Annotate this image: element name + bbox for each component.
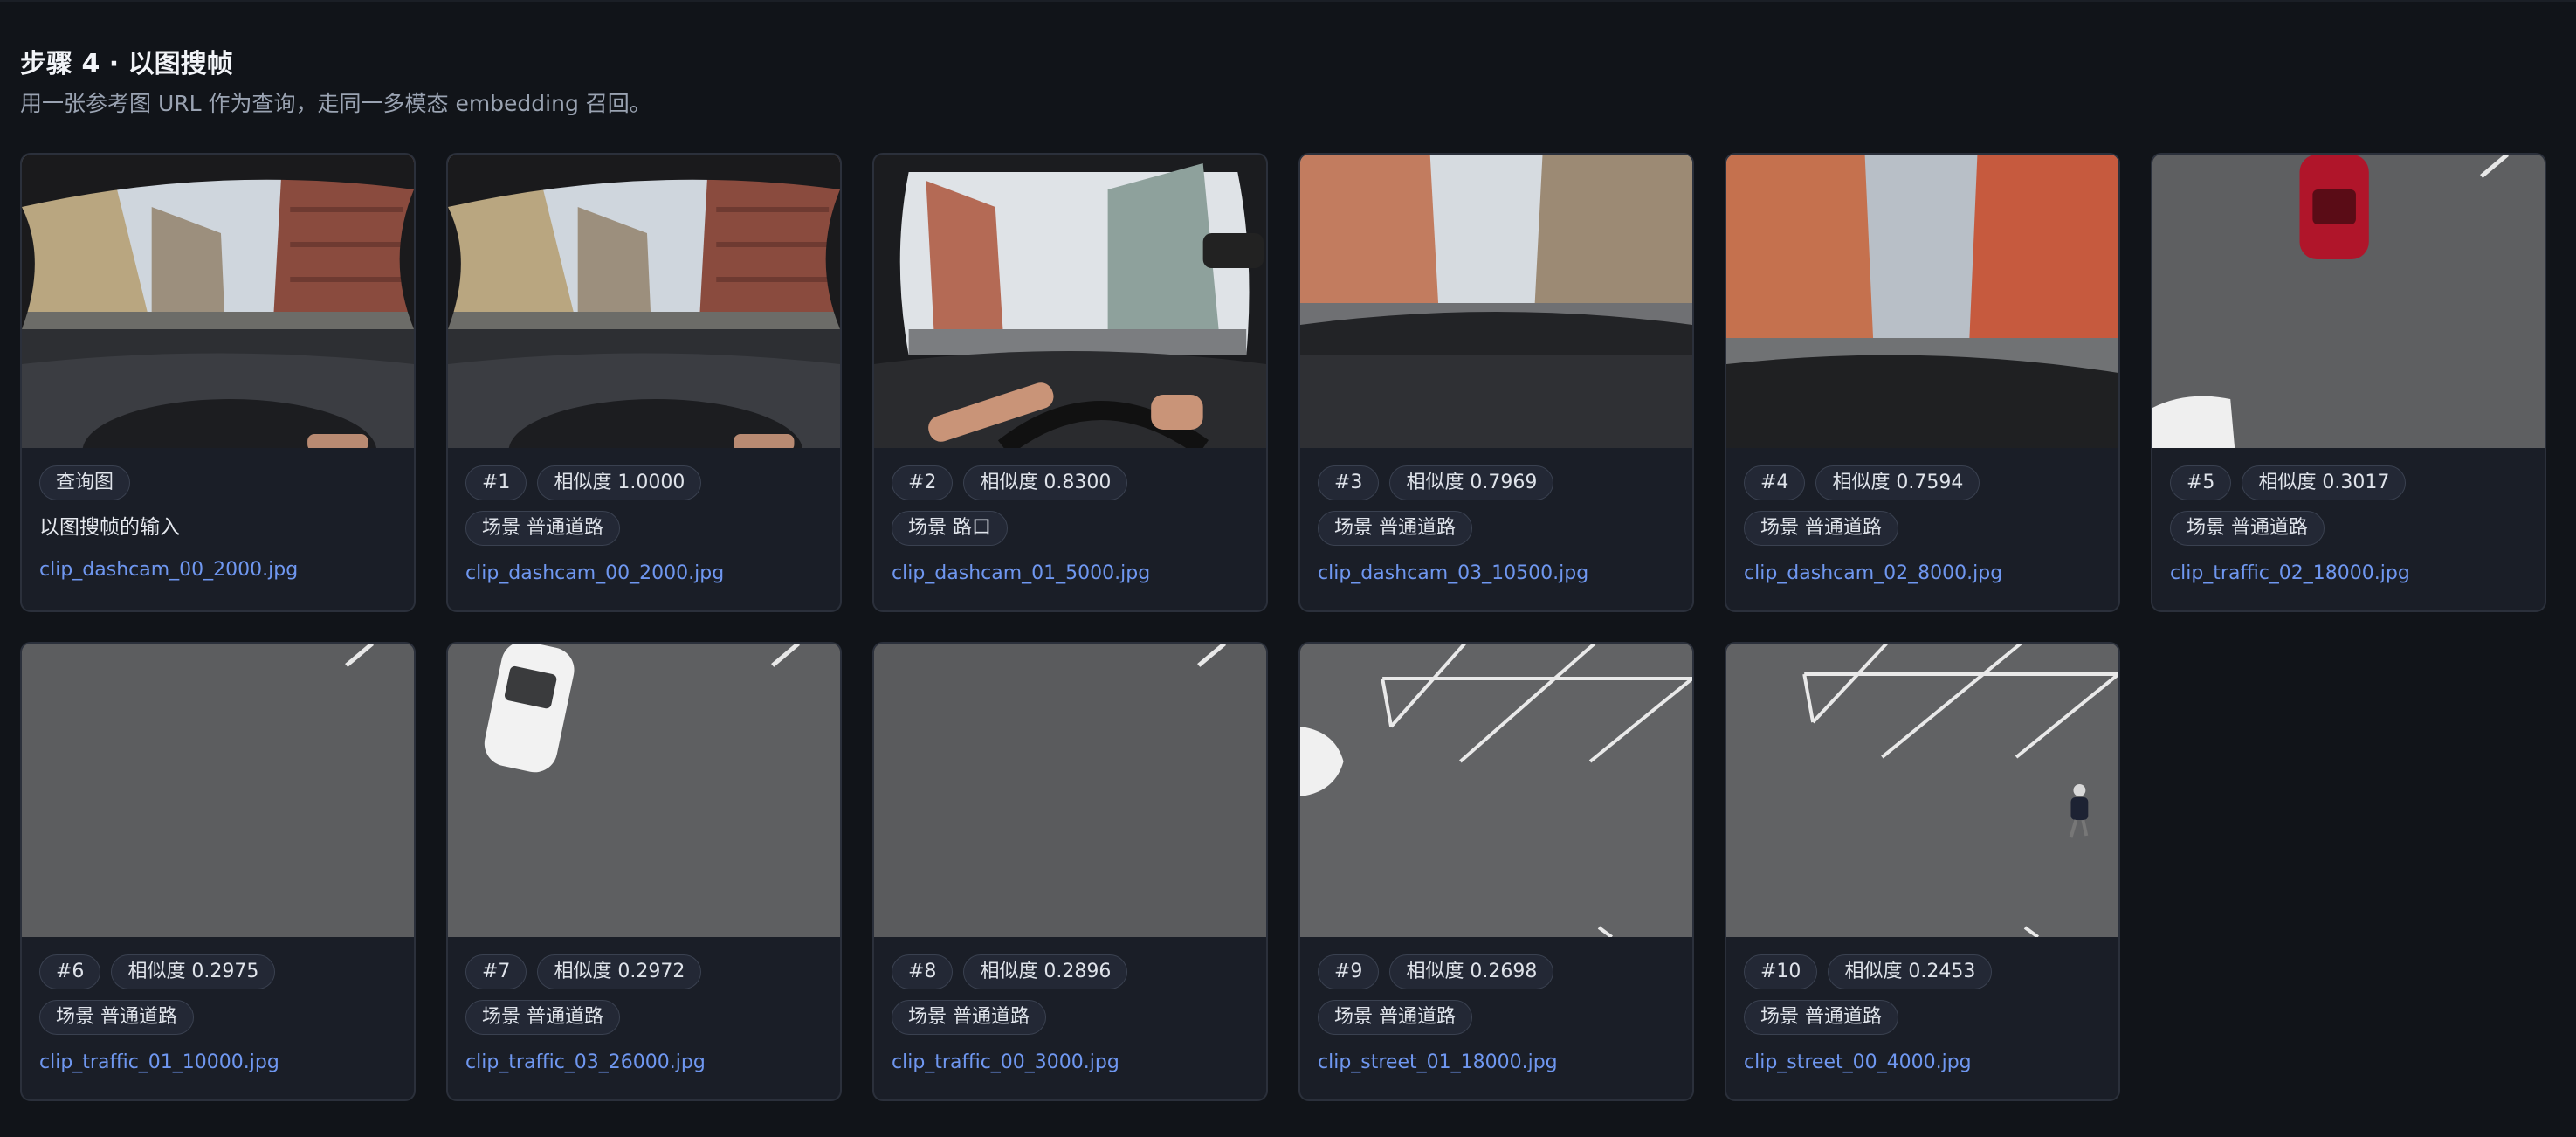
tag-list: #10 相似度 0.2453 场景 普通道路 <box>1744 954 2101 1035</box>
result-card[interactable]: #3 相似度 0.7969 场景 普通道路 clip_dashcam_03_10… <box>1298 153 1694 612</box>
similarity-badge: 相似度 0.3017 <box>2242 465 2407 500</box>
rank-badge: #9 <box>1318 954 1380 989</box>
rank-badge: #10 <box>1744 954 1818 989</box>
rank-badge: #3 <box>1318 465 1380 500</box>
tag-list: #1 相似度 1.0000 场景 普通道路 <box>465 465 823 546</box>
scene-badge: 场景 普通道路 <box>1318 511 1472 546</box>
result-card[interactable]: #6 相似度 0.2975 场景 普通道路 clip_traffic_01_10… <box>20 642 416 1101</box>
frame-thumbnail[interactable] <box>1726 155 2118 448</box>
query-badge: 查询图 <box>39 465 131 500</box>
similarity-badge: 相似度 0.2453 <box>1828 954 1993 989</box>
scene-badge: 场景 普通道路 <box>1744 1000 1898 1035</box>
similarity-badge: 相似度 0.2698 <box>1389 954 1554 989</box>
file-link[interactable]: clip_dashcam_02_8000.jpg <box>1744 560 2101 588</box>
tag-list: #2 相似度 0.8300 场景 路口 <box>892 465 1249 546</box>
rank-badge: #7 <box>465 954 527 989</box>
file-link[interactable]: clip_traffic_01_10000.jpg <box>39 1049 396 1077</box>
scene-badge: 场景 普通道路 <box>892 1000 1046 1035</box>
scene-badge: 场景 普通道路 <box>2170 511 2325 546</box>
scene-badge: 场景 普通道路 <box>1744 511 1898 546</box>
similarity-badge: 相似度 0.2896 <box>963 954 1128 989</box>
rank-badge: #6 <box>39 954 101 989</box>
frame-thumbnail[interactable] <box>874 644 1266 937</box>
frame-thumbnail[interactable] <box>22 155 414 448</box>
result-card[interactable]: #7 相似度 0.2972 场景 普通道路 clip_traffic_03_26… <box>446 642 842 1101</box>
rank-badge: #2 <box>892 465 954 500</box>
rank-badge: #8 <box>892 954 954 989</box>
frame-thumbnail[interactable] <box>1300 155 1692 448</box>
similarity-badge: 相似度 0.7594 <box>1815 465 1980 500</box>
result-card[interactable]: #9 相似度 0.2698 场景 普通道路 clip_street_01_180… <box>1298 642 1694 1101</box>
query-card[interactable]: 查询图 以图搜帧的输入 clip_dashcam_00_2000.jpg <box>20 153 416 612</box>
results-grid: 查询图 以图搜帧的输入 clip_dashcam_00_2000.jpg #1 … <box>20 153 2556 1101</box>
frame-thumbnail[interactable] <box>448 155 840 448</box>
file-link[interactable]: clip_dashcam_00_2000.jpg <box>39 556 396 584</box>
file-link[interactable]: clip_dashcam_03_10500.jpg <box>1318 560 1675 588</box>
tag-list: #9 相似度 0.2698 场景 普通道路 <box>1318 954 1675 1035</box>
page: 步骤 4 · 以图搜帧 用一张参考图 URL 作为查询，走同一多模态 embed… <box>0 0 2576 1137</box>
frame-thumbnail[interactable] <box>448 644 840 937</box>
frame-thumbnail[interactable] <box>1726 644 2118 937</box>
tag-list: #8 相似度 0.2896 场景 普通道路 <box>892 954 1249 1035</box>
similarity-badge: 相似度 0.2972 <box>537 954 702 989</box>
file-link[interactable]: clip_dashcam_00_2000.jpg <box>465 560 823 588</box>
frame-thumbnail[interactable] <box>2152 155 2545 448</box>
similarity-badge: 相似度 0.2975 <box>111 954 276 989</box>
scene-badge: 场景 普通道路 <box>465 511 620 546</box>
scene-badge: 场景 普通道路 <box>465 1000 620 1035</box>
result-card[interactable]: #8 相似度 0.2896 场景 普通道路 clip_traffic_00_30… <box>872 642 1268 1101</box>
file-link[interactable]: clip_traffic_02_18000.jpg <box>2170 560 2527 588</box>
file-link[interactable]: clip_street_01_18000.jpg <box>1318 1049 1675 1077</box>
tag-list: #6 相似度 0.2975 场景 普通道路 <box>39 954 396 1035</box>
similarity-badge: 相似度 0.7969 <box>1389 465 1554 500</box>
scene-badge: 场景 普通道路 <box>1318 1000 1472 1035</box>
frame-thumbnail[interactable] <box>22 644 414 937</box>
rank-badge: #4 <box>1744 465 1806 500</box>
similarity-badge: 相似度 1.0000 <box>537 465 702 500</box>
file-link[interactable]: clip_traffic_00_3000.jpg <box>892 1049 1249 1077</box>
tag-list: #7 相似度 0.2972 场景 普通道路 <box>465 954 823 1035</box>
rank-badge: #5 <box>2170 465 2232 500</box>
similarity-badge: 相似度 0.8300 <box>963 465 1128 500</box>
scene-badge: 场景 普通道路 <box>39 1000 194 1035</box>
tag-list: #4 相似度 0.7594 场景 普通道路 <box>1744 465 2101 546</box>
file-link[interactable]: clip_street_00_4000.jpg <box>1744 1049 2101 1077</box>
scene-badge: 场景 路口 <box>892 511 1008 546</box>
result-card[interactable]: #1 相似度 1.0000 场景 普通道路 clip_dashcam_00_20… <box>446 153 842 612</box>
tag-list: #5 相似度 0.3017 场景 普通道路 <box>2170 465 2527 546</box>
file-link[interactable]: clip_dashcam_01_5000.jpg <box>892 560 1249 588</box>
tag-list: #3 相似度 0.7969 场景 普通道路 <box>1318 465 1675 546</box>
result-card[interactable]: #5 相似度 0.3017 场景 普通道路 clip_traffic_02_18… <box>2151 153 2546 612</box>
result-card[interactable]: #2 相似度 0.8300 场景 路口 clip_dashcam_01_5000… <box>872 153 1268 612</box>
result-card[interactable]: #4 相似度 0.7594 场景 普通道路 clip_dashcam_02_80… <box>1725 153 2120 612</box>
frame-thumbnail[interactable] <box>1300 644 1692 937</box>
top-divider <box>0 0 2576 2</box>
result-card[interactable]: #10 相似度 0.2453 场景 普通道路 clip_street_00_40… <box>1725 642 2120 1101</box>
rank-badge: #1 <box>465 465 527 500</box>
page-subtitle: 用一张参考图 URL 作为查询，走同一多模态 embedding 召回。 <box>20 91 651 116</box>
frame-thumbnail[interactable] <box>874 155 1266 448</box>
file-link[interactable]: clip_traffic_03_26000.jpg <box>465 1049 823 1077</box>
page-title: 步骤 4 · 以图搜帧 <box>20 49 233 79</box>
tag-list: 查询图 <box>39 465 396 500</box>
card-description: 以图搜帧的输入 <box>39 516 180 539</box>
